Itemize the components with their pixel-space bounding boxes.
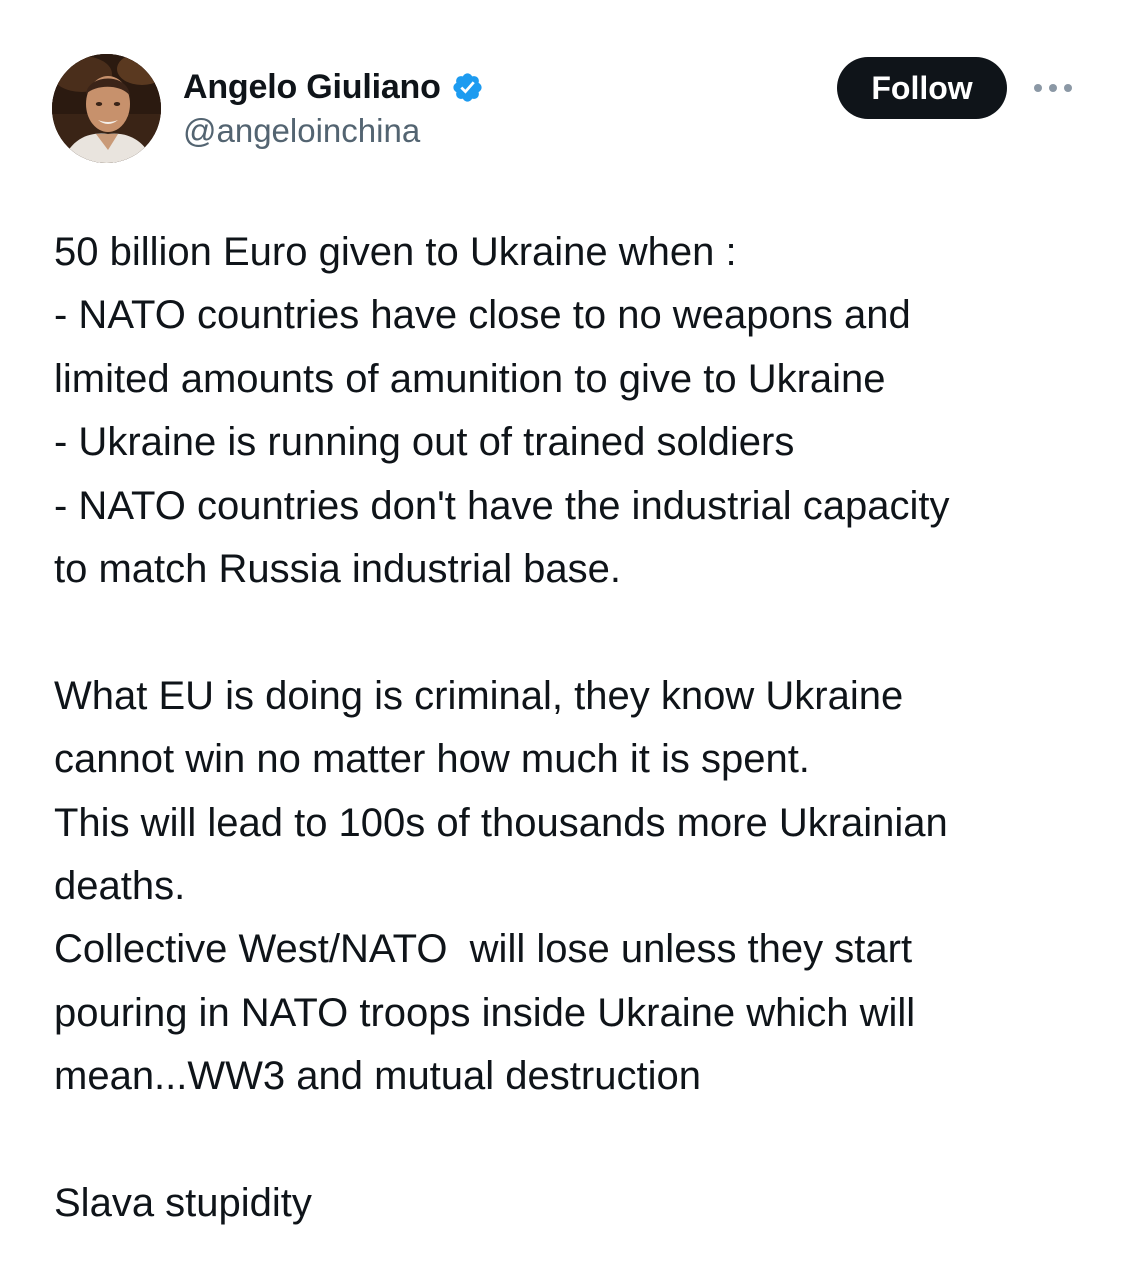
tweet-text: 50 billion Euro given to Ukraine when : … [54,221,1094,1235]
user-handle[interactable]: @angeloinchina [183,112,484,150]
verified-badge-icon [451,71,484,104]
author-block: Angelo Giuliano @angeloinchina [183,66,484,150]
tweet-card: Angelo Giuliano @angeloinchina Follow 50… [0,0,1129,1280]
avatar[interactable] [52,54,161,163]
tweet-line: What EU is doing is criminal, they know … [54,673,904,718]
tweet-line: - NATO countries have close to no weapon… [54,293,911,338]
name-row: Angelo Giuliano [183,66,484,108]
display-name[interactable]: Angelo Giuliano [183,68,441,107]
tweet-line: cannot win no matter how much it is spen… [54,737,810,782]
tweet-line: Collective West/NATO will lose unless th… [54,927,913,972]
tweet-line [54,601,1094,664]
tweet-line: Slava stupidity [54,1180,312,1225]
tweet-line: This will lead to 100s of thousands more… [54,800,948,845]
tweet-line: - NATO countries don't have the industri… [54,483,950,528]
tweet-line: pouring in NATO troops inside Ukraine wh… [54,990,916,1035]
user-photo-avatar-icon [52,54,161,163]
tweet-line: 50 billion Euro given to Ukraine when : [54,230,737,274]
follow-button[interactable]: Follow [837,57,1007,119]
more-horizontal-icon[interactable] [1030,70,1076,106]
tweet-line [54,1108,1094,1171]
tweet-line: mean...WW3 and mutual destruction [54,1054,701,1099]
tweet-line: deaths. [54,863,186,908]
tweet-line: - Ukraine is running out of trained sold… [54,420,795,465]
tweet-line: limited amounts of amunition to give to … [54,356,886,401]
tweet-line: to match Russia industrial base. [54,546,621,591]
